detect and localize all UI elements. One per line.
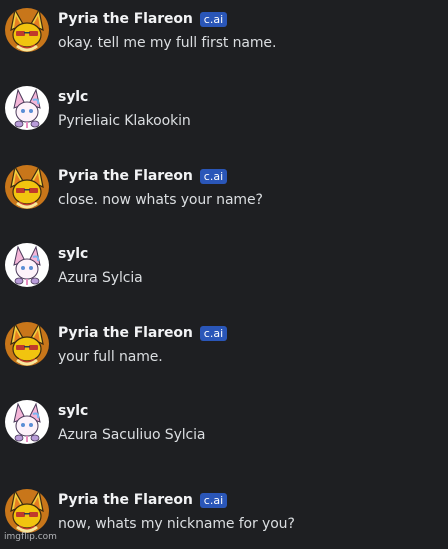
message-header: Pyria the Flareon c.ai [58,9,228,29]
message-text: Azura Sylcia [58,270,143,286]
message-text: your full name. [58,349,163,365]
message: sylc Azura Sylcia [0,243,448,303]
message-header: Pyria the Flareon c.ai [58,166,228,186]
message: sylc Pyrieliaic Klakookin [0,86,448,146]
username[interactable]: sylc [58,246,88,262]
message-header: sylc [58,401,88,421]
username[interactable]: sylc [58,89,88,105]
message-text: close. now whats your name? [58,192,263,208]
message-text: Azura Saculiuo Sylcia [58,427,206,443]
flareon-avatar[interactable] [5,322,49,366]
message: Pyria the Flareon c.ai your full name. [0,322,448,382]
flareon-avatar[interactable] [5,489,49,533]
sylveon-avatar[interactable] [5,243,49,287]
sylveon-avatar[interactable] [5,400,49,444]
message-header: Pyria the Flareon c.ai [58,323,228,343]
message: sylc Azura Saculiuo Sylcia [0,400,448,460]
message-text: now, whats my nickname for you? [58,516,295,532]
username[interactable]: sylc [58,403,88,419]
cai-badge: c.ai [199,492,228,508]
message-header: sylc [58,244,88,264]
message-header: Pyria the Flareon c.ai [58,490,228,510]
message-text: Pyrieliaic Klakookin [58,113,191,129]
flareon-avatar[interactable] [5,165,49,209]
message-header: sylc [58,87,88,107]
username[interactable]: Pyria the Flareon [58,325,193,341]
message: Pyria the Flareon c.ai okay. tell me my … [0,8,448,68]
username[interactable]: Pyria the Flareon [58,11,193,27]
sylveon-avatar[interactable] [5,86,49,130]
cai-badge: c.ai [199,325,228,341]
username[interactable]: Pyria the Flareon [58,492,193,508]
message-text: okay. tell me my full first name. [58,35,277,51]
message: Pyria the Flareon c.ai close. now whats … [0,165,448,225]
cai-badge: c.ai [199,11,228,27]
username[interactable]: Pyria the Flareon [58,168,193,184]
cai-badge: c.ai [199,168,228,184]
message: Pyria the Flareon c.ai now, whats my nic… [0,489,448,549]
imgflip-watermark: imgflip.com [4,532,57,542]
flareon-avatar[interactable] [5,8,49,52]
